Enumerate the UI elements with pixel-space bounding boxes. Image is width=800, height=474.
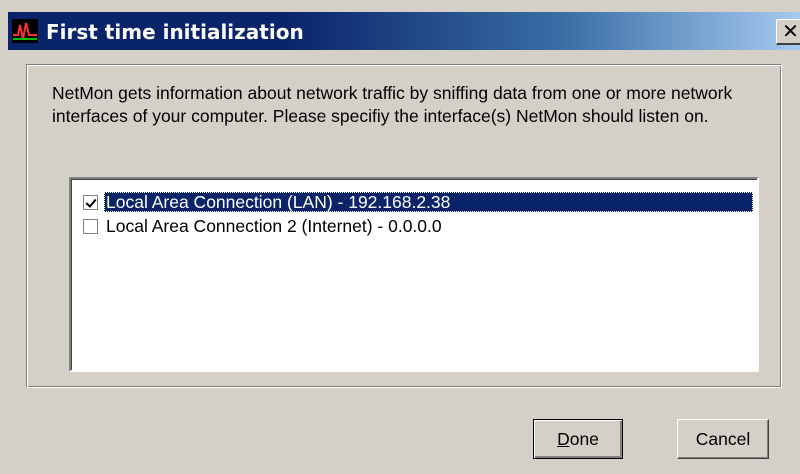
done-button[interactable]: Done [533,419,623,459]
list-item-label: Local Area Connection 2 (Internet) - 0.0… [106,216,442,236]
list-item-label: Local Area Connection (LAN) - 192.168.2.… [104,192,753,212]
window-title: First time initialization [46,20,304,44]
cancel-button[interactable]: Cancel [677,419,769,459]
list-item[interactable]: Local Area Connection 2 (Internet) - 0.0… [81,215,753,237]
dialog-window: First time initialization ✕ NetMon gets … [0,0,800,474]
close-button[interactable]: ✕ [776,19,800,45]
interface-checkbox[interactable] [83,194,98,210]
done-label-rest: one [569,429,599,449]
done-mnemonic: D [557,429,570,449]
interface-listbox[interactable]: Local Area Connection (LAN) - 192.168.2.… [69,177,759,372]
close-icon: ✕ [782,19,799,43]
list-item[interactable]: Local Area Connection (LAN) - 192.168.2.… [81,191,753,213]
title-bar[interactable]: First time initialization ✕ [8,12,800,50]
description-text: NetMon gets information about network tr… [52,83,733,126]
interface-checkbox[interactable] [83,218,98,234]
netmon-app-icon [12,19,38,43]
